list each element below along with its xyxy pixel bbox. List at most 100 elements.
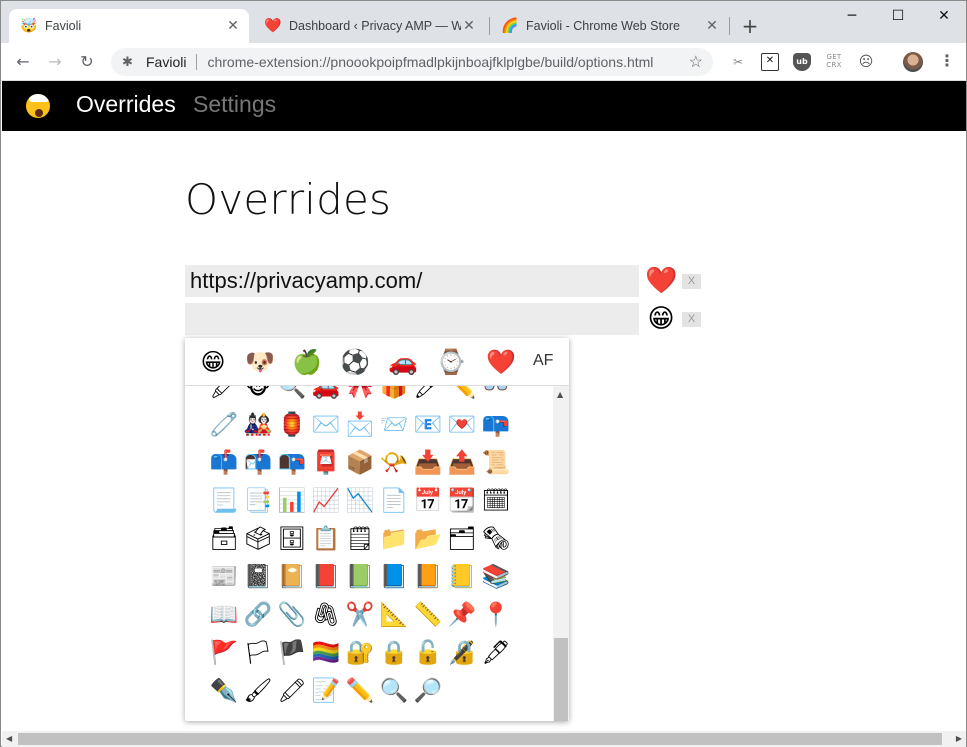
emoji-cell[interactable]: 💌: [445, 406, 479, 444]
category-smileys-icon[interactable]: 😁: [195, 344, 231, 380]
emoji-cell[interactable]: 📤: [445, 444, 479, 482]
emoji-cell[interactable]: 📌: [445, 596, 479, 634]
nav-settings[interactable]: Settings: [193, 91, 276, 118]
emoji-cell[interactable]: 🖌: [241, 672, 275, 710]
emoji-cell[interactable]: ✏️: [445, 386, 479, 406]
reload-icon[interactable]: ↻: [75, 50, 99, 74]
category-flags-label[interactable]: AF: [533, 352, 553, 370]
emoji-cell[interactable]: 🎁: [377, 386, 411, 406]
emoji-cell[interactable]: 📎: [275, 596, 309, 634]
emoji-cell[interactable]: 📖: [207, 596, 241, 634]
emoji-cell[interactable]: 🔍: [377, 672, 411, 710]
emoji-cell[interactable]: 📄: [377, 482, 411, 520]
emoji-cell[interactable]: 📓: [241, 558, 275, 596]
emoji-cell[interactable]: 📐: [377, 596, 411, 634]
tab-chrome-web-store[interactable]: 🌈 Favioli - Chrome Web Store ✕: [490, 9, 728, 43]
get-crx-icon[interactable]: GET CRX: [825, 53, 843, 71]
horizontal-scrollbar[interactable]: ◀ ▶: [2, 731, 966, 747]
emoji-cell[interactable]: 🖇: [309, 596, 343, 634]
emoji-cell[interactable]: 🗳: [241, 520, 275, 558]
window-close-icon[interactable]: ✕: [921, 1, 967, 31]
extension-scissors-icon[interactable]: ✂: [729, 53, 747, 71]
emoji-cell[interactable]: 📜: [479, 444, 513, 482]
emoji-cell[interactable]: 📬: [241, 444, 275, 482]
emoji-cell[interactable]: 📔: [275, 558, 309, 596]
forward-arrow-icon[interactable]: →: [43, 50, 67, 74]
bookmark-star-icon[interactable]: ☆: [689, 52, 703, 72]
emoji-cell[interactable]: 🎎: [241, 406, 275, 444]
category-travel-icon[interactable]: 🚗: [385, 344, 421, 380]
scroll-left-arrow-icon[interactable]: ◀: [6, 734, 12, 743]
emoji-cell[interactable]: 🗞: [479, 520, 513, 558]
tab-dashboard[interactable]: ❤️ Dashboard ‹ Privacy AMP — WordPress ✕: [253, 9, 485, 43]
close-icon[interactable]: ✕: [461, 18, 477, 34]
emoji-cell[interactable]: 🏳: [241, 634, 275, 672]
close-icon[interactable]: ✕: [225, 18, 241, 34]
emoji-cell[interactable]: 📁: [377, 520, 411, 558]
emoji-cell[interactable]: 📥: [411, 444, 445, 482]
emoji-cell[interactable]: 📗: [343, 558, 377, 596]
back-arrow-icon[interactable]: ←: [11, 50, 35, 74]
emoji-cell[interactable]: 🔒: [377, 634, 411, 672]
emoji-cell[interactable]: 🖊: [411, 386, 445, 406]
emoji-cell[interactable]: 📫: [207, 444, 241, 482]
emoji-cell[interactable]: ✉️: [309, 406, 343, 444]
emoji-cell[interactable]: 📏: [411, 596, 445, 634]
remove-override-button[interactable]: X: [682, 312, 701, 327]
emoji-cell[interactable]: 🔏: [445, 634, 479, 672]
emoji-cell[interactable]: 📨: [377, 406, 411, 444]
scroll-up-arrow-icon[interactable]: ▲: [557, 390, 563, 399]
remove-override-button[interactable]: X: [682, 274, 701, 289]
emoji-cell[interactable]: 📋: [309, 520, 343, 558]
heart-emoji-button[interactable]: ❤️: [645, 265, 677, 297]
category-animals-icon[interactable]: 🐶: [242, 344, 278, 380]
extension-close-box-icon[interactable]: ✕: [761, 53, 779, 71]
ublock-shield-icon[interactable]: ub: [793, 53, 811, 71]
emoji-cell[interactable]: 📅: [411, 482, 445, 520]
favioli-extension-icon[interactable]: ☹: [857, 53, 875, 71]
emoji-cell[interactable]: 🏮: [275, 406, 309, 444]
emoji-cell[interactable]: 🔗: [241, 596, 275, 634]
address-bar[interactable]: ✱ Favioli chrome-extension://pnoookpoipf…: [111, 48, 713, 76]
category-objects-icon[interactable]: ⌚: [433, 344, 469, 380]
scroll-right-arrow-icon[interactable]: ▶: [956, 734, 962, 743]
emoji-cell[interactable]: 📒: [445, 558, 479, 596]
emoji-cell[interactable]: 📝: [309, 672, 343, 710]
emoji-cell[interactable]: 🔍: [275, 386, 309, 406]
emoji-cell[interactable]: 📭: [275, 444, 309, 482]
new-override-url-input[interactable]: [185, 303, 639, 335]
emoji-cell[interactable]: 📃: [207, 482, 241, 520]
picker-scrollbar[interactable]: ▲: [553, 386, 569, 721]
emoji-cell[interactable]: 📊: [275, 482, 309, 520]
grin-emoji-button[interactable]: 😁: [645, 303, 677, 335]
emoji-cell[interactable]: 📈: [309, 482, 343, 520]
emoji-cell[interactable]: 🔎: [411, 672, 445, 710]
emoji-cell[interactable]: 📯: [377, 444, 411, 482]
close-icon[interactable]: ✕: [704, 18, 720, 34]
emoji-cell[interactable]: 🗃: [207, 520, 241, 558]
emoji-cell[interactable]: ✒️: [207, 672, 241, 710]
emoji-cell[interactable]: 🗂: [445, 520, 479, 558]
avatar[interactable]: [903, 52, 923, 72]
favioli-logo-icon[interactable]: [25, 93, 51, 119]
emoji-cell[interactable]: ✂️: [343, 596, 377, 634]
emoji-cell[interactable]: 📩: [343, 406, 377, 444]
emoji-cell[interactable]: 📆: [445, 482, 479, 520]
url-text[interactable]: chrome-extension://pnoookpoipfmadlpkijnb…: [207, 54, 653, 70]
emoji-cell[interactable]: 🏳️‍🌈: [309, 634, 343, 672]
emoji-cell[interactable]: 🐵: [241, 386, 275, 406]
emoji-cell[interactable]: 🗄: [275, 520, 309, 558]
category-symbols-icon[interactable]: ❤️: [483, 344, 519, 380]
emoji-cell[interactable]: 🖍: [275, 672, 309, 710]
emoji-cell[interactable]: 📪: [479, 406, 513, 444]
emoji-cell[interactable]: 🎀: [343, 386, 377, 406]
tab-favioli[interactable]: 🤯 Favioli ✕: [9, 9, 249, 43]
override-url-input[interactable]: https://privacyamp.com/: [185, 265, 639, 297]
category-food-icon[interactable]: 🍏: [289, 344, 325, 380]
emoji-cell[interactable]: 🗓: [479, 482, 513, 520]
emoji-cell[interactable]: 🚩: [207, 634, 241, 672]
emoji-cell[interactable]: 📙: [411, 558, 445, 596]
nav-overrides[interactable]: Overrides: [76, 91, 176, 118]
emoji-cell[interactable]: 📕: [309, 558, 343, 596]
emoji-cell[interactable]: 📮: [309, 444, 343, 482]
